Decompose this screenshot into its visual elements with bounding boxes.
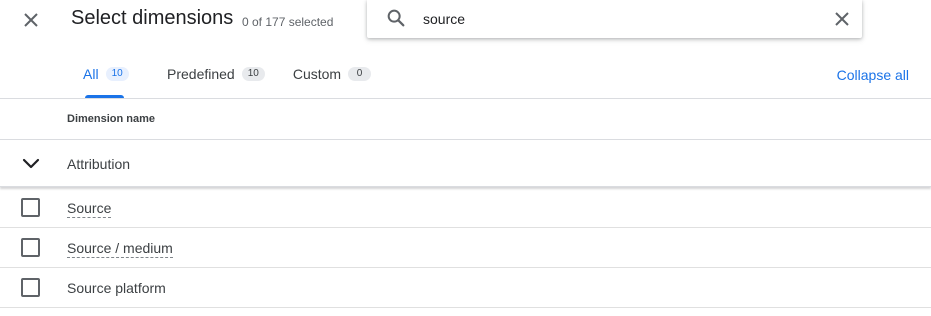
close-button[interactable] (19, 8, 43, 32)
group-row-attribution[interactable]: Attribution (0, 140, 931, 187)
search-bar (367, 0, 862, 38)
collapse-all-link[interactable]: Collapse all (837, 67, 909, 83)
table-row: Source (0, 188, 931, 228)
selected-count: 0 of 177 selected (242, 15, 334, 29)
tab-label: All (83, 66, 99, 82)
dimension-name[interactable]: Source / medium (67, 240, 173, 258)
dimension-name[interactable]: Source (67, 200, 112, 218)
dialog-title: Select dimensions (71, 7, 234, 29)
table-row: Source platform (0, 268, 931, 308)
tab-custom[interactable]: Custom 0 (279, 58, 385, 98)
row-checkbox[interactable] (21, 278, 40, 297)
group-label: Attribution (67, 156, 131, 172)
tab-label: Predefined (167, 66, 235, 82)
search-icon (387, 9, 405, 27)
row-checkbox[interactable] (21, 198, 40, 217)
tab-label: Custom (292, 66, 342, 82)
tab-bar: All 10 Predefined 10 Custom 0 (70, 58, 385, 98)
tab-count-badge: 10 (241, 67, 265, 81)
close-icon (835, 12, 849, 26)
dimension-name: Source platform (67, 280, 166, 296)
tab-predefined[interactable]: Predefined 10 (153, 58, 279, 98)
search-input[interactable] (423, 7, 803, 31)
tab-count-badge: 10 (105, 67, 129, 81)
tab-all[interactable]: All 10 (70, 58, 138, 98)
table-row: Source / medium (0, 228, 931, 268)
row-checkbox[interactable] (21, 238, 40, 257)
chevron-down-icon (22, 158, 40, 169)
clear-search-button[interactable] (831, 8, 853, 30)
tab-count-badge: 0 (348, 67, 372, 81)
column-header-dimension-name: Dimension name (67, 113, 156, 125)
close-icon (24, 13, 38, 27)
divider (0, 98, 931, 99)
